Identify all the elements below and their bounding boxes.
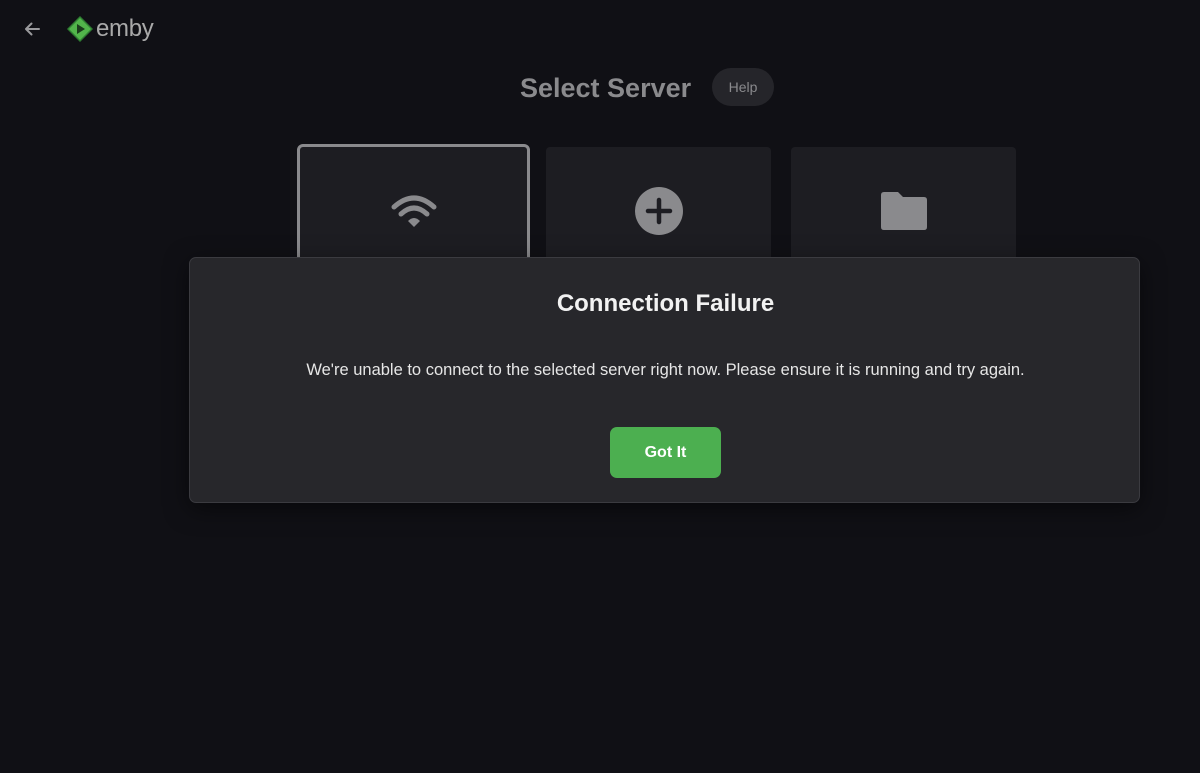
got-it-button[interactable]: Got It bbox=[610, 427, 721, 478]
emby-logo-icon bbox=[67, 16, 93, 42]
page: emby Select Server Help Connection Failu… bbox=[0, 0, 1200, 773]
card-browse-folder[interactable] bbox=[791, 147, 1016, 267]
card-discover-servers[interactable] bbox=[297, 144, 530, 273]
logo-text: emby bbox=[96, 15, 154, 42]
wifi-icon bbox=[388, 185, 440, 237]
emby-logo: emby bbox=[66, 14, 154, 44]
back-button[interactable] bbox=[16, 14, 48, 44]
arrow-left-icon bbox=[25, 22, 40, 36]
plus-circle-icon bbox=[633, 185, 685, 237]
help-button[interactable]: Help bbox=[712, 68, 774, 106]
folder-icon bbox=[878, 185, 930, 237]
title-row: Select Server Help bbox=[0, 66, 1200, 110]
connection-failure-dialog: Connection Failure We're unable to conne… bbox=[189, 257, 1140, 503]
card-add-server[interactable] bbox=[546, 147, 771, 267]
dialog-title: Connection Failure bbox=[556, 290, 775, 317]
page-title: Select Server bbox=[520, 73, 692, 103]
dialog-message: We're unable to connect to the selected … bbox=[306, 361, 1025, 379]
